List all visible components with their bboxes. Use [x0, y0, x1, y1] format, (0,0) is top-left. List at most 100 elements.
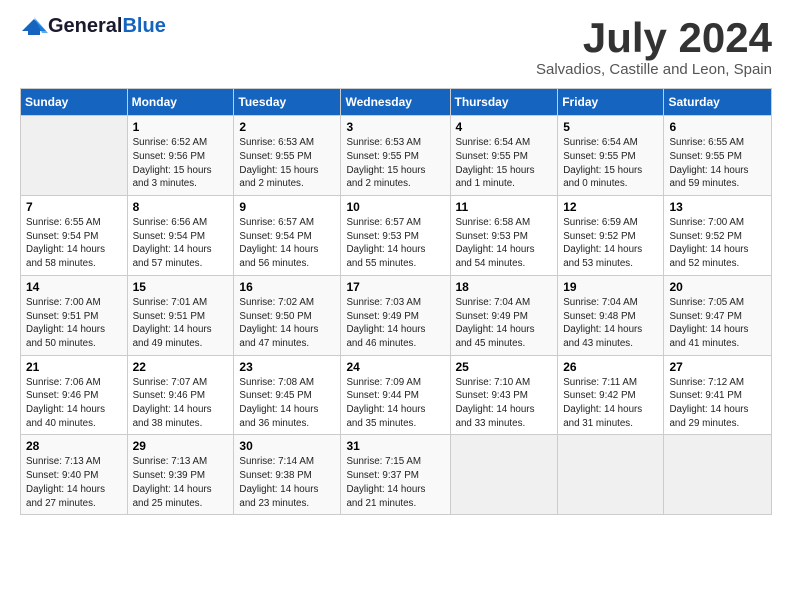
date-number: 30 [239, 439, 335, 453]
cell-info: Sunrise: 7:03 AM Sunset: 9:49 PM Dayligh… [346, 296, 444, 351]
date-number: 29 [133, 439, 229, 453]
location: Salvadios, Castille and Leon, Spain [536, 61, 772, 78]
logo-general: General [48, 15, 122, 38]
calendar-cell: 13Sunrise: 7:00 AM Sunset: 9:52 PM Dayli… [664, 196, 772, 276]
date-number: 19 [563, 280, 658, 294]
cell-info: Sunrise: 6:53 AM Sunset: 9:55 PM Dayligh… [239, 136, 335, 191]
date-number: 17 [346, 280, 444, 294]
page: General Blue July 2024 Salvadios, Castil… [0, 0, 792, 530]
day-header: Wednesday [341, 89, 450, 116]
cell-info: Sunrise: 7:12 AM Sunset: 9:41 PM Dayligh… [669, 376, 766, 431]
cell-info: Sunrise: 6:55 AM Sunset: 9:55 PM Dayligh… [669, 136, 766, 191]
date-number: 10 [346, 200, 444, 214]
cell-info: Sunrise: 7:04 AM Sunset: 9:49 PM Dayligh… [456, 296, 553, 351]
calendar-cell: 21Sunrise: 7:06 AM Sunset: 9:46 PM Dayli… [21, 355, 128, 435]
logo: General Blue [20, 15, 166, 38]
date-number: 25 [456, 360, 553, 374]
week-row: 28Sunrise: 7:13 AM Sunset: 9:40 PM Dayli… [21, 435, 772, 515]
date-number: 20 [669, 280, 766, 294]
week-row: 7Sunrise: 6:55 AM Sunset: 9:54 PM Daylig… [21, 196, 772, 276]
calendar-table: SundayMondayTuesdayWednesdayThursdayFrid… [20, 88, 772, 515]
calendar-cell: 16 Sunrise: 7:02 AM Sunset: 9:50 PM Dayli… [234, 275, 341, 355]
date-number: 9 [239, 200, 335, 214]
calendar-cell: 2 Sunrise: 6:53 AM Sunset: 9:55 PM Daylig… [234, 116, 341, 196]
date-number: 15 [133, 280, 229, 294]
cell-info: Sunrise: 6:57 AM Sunset: 9:54 PM Dayligh… [239, 216, 335, 271]
date-number: 14 [26, 280, 122, 294]
calendar-cell: 28Sunrise: 7:13 AM Sunset: 9:40 PM Dayli… [21, 435, 128, 515]
calendar-cell: 19Sunrise: 7:04 AM Sunset: 9:48 PM Dayli… [558, 275, 664, 355]
calendar-cell: 1 Sunrise: 6:52 AM Sunset: 9:56 PM Daylig… [127, 116, 234, 196]
calendar-cell: 9 Sunrise: 6:57 AM Sunset: 9:54 PM Daylig… [234, 196, 341, 276]
calendar-cell [21, 116, 128, 196]
date-number: 26 [563, 360, 658, 374]
day-header: Monday [127, 89, 234, 116]
calendar-cell: 7Sunrise: 6:55 AM Sunset: 9:54 PM Daylig… [21, 196, 128, 276]
day-header: Sunday [21, 89, 128, 116]
calendar-cell: 4Sunrise: 6:54 AM Sunset: 9:55 PM Daylig… [450, 116, 558, 196]
day-header: Thursday [450, 89, 558, 116]
calendar-cell: 15 Sunrise: 7:01 AM Sunset: 9:51 PM Dayli… [127, 275, 234, 355]
date-number: 31 [346, 439, 444, 453]
date-number: 11 [456, 200, 553, 214]
logo-icon [20, 17, 48, 37]
date-number: 23 [239, 360, 335, 374]
cell-info: Sunrise: 7:09 AM Sunset: 9:44 PM Dayligh… [346, 376, 444, 431]
cell-info: Sunrise: 6:54 AM Sunset: 9:55 PM Dayligh… [456, 136, 553, 191]
calendar-cell: 23Sunrise: 7:08 AM Sunset: 9:45 PM Dayli… [234, 355, 341, 435]
date-number: 3 [346, 120, 444, 134]
calendar-cell: 3Sunrise: 6:53 AM Sunset: 9:55 PM Daylig… [341, 116, 450, 196]
cell-info: Sunrise: 7:05 AM Sunset: 9:47 PM Dayligh… [669, 296, 766, 351]
calendar-cell: 25 Sunrise: 7:10 AM Sunset: 9:43 PM Dayli… [450, 355, 558, 435]
calendar-cell: 11Sunrise: 6:58 AM Sunset: 9:53 PM Dayli… [450, 196, 558, 276]
cell-info: Sunrise: 6:57 AM Sunset: 9:53 PM Dayligh… [346, 216, 444, 271]
week-row: 14 Sunrise: 7:00 AM Sunset: 9:51 PM Dayli… [21, 275, 772, 355]
calendar-cell [558, 435, 664, 515]
date-number: 1 [133, 120, 229, 134]
cell-info: Sunrise: 7:00 AM Sunset: 9:51 PM Dayligh… [26, 296, 122, 351]
date-number: 6 [669, 120, 766, 134]
cell-info: Sunrise: 6:54 AM Sunset: 9:55 PM Dayligh… [563, 136, 658, 191]
header-row: SundayMondayTuesdayWednesdayThursdayFrid… [21, 89, 772, 116]
calendar-cell: 22 Sunrise: 7:07 AM Sunset: 9:46 PM Dayli… [127, 355, 234, 435]
calendar-cell: 24Sunrise: 7:09 AM Sunset: 9:44 PM Dayli… [341, 355, 450, 435]
title-block: July 2024 Salvadios, Castille and Leon, … [536, 15, 772, 78]
date-number: 12 [563, 200, 658, 214]
cell-info: Sunrise: 7:14 AM Sunset: 9:38 PM Dayligh… [239, 455, 335, 510]
date-number: 22 [133, 360, 229, 374]
calendar-cell [664, 435, 772, 515]
cell-info: Sunrise: 7:07 AM Sunset: 9:46 PM Dayligh… [133, 376, 229, 431]
date-number: 8 [133, 200, 229, 214]
cell-info: Sunrise: 7:10 AM Sunset: 9:43 PM Dayligh… [456, 376, 553, 431]
day-header: Tuesday [234, 89, 341, 116]
date-number: 2 [239, 120, 335, 134]
date-number: 27 [669, 360, 766, 374]
calendar-cell: 8 Sunrise: 6:56 AM Sunset: 9:54 PM Daylig… [127, 196, 234, 276]
logo-blue: Blue [122, 15, 165, 38]
date-number: 28 [26, 439, 122, 453]
day-header: Saturday [664, 89, 772, 116]
calendar-cell: 29 Sunrise: 7:13 AM Sunset: 9:39 PM Dayli… [127, 435, 234, 515]
cell-info: Sunrise: 7:02 AM Sunset: 9:50 PM Dayligh… [239, 296, 335, 351]
calendar-cell: 5Sunrise: 6:54 AM Sunset: 9:55 PM Daylig… [558, 116, 664, 196]
cell-info: Sunrise: 7:00 AM Sunset: 9:52 PM Dayligh… [669, 216, 766, 271]
cell-info: Sunrise: 6:52 AM Sunset: 9:56 PM Dayligh… [133, 136, 229, 191]
cell-info: Sunrise: 7:13 AM Sunset: 9:39 PM Dayligh… [133, 455, 229, 510]
week-row: 1 Sunrise: 6:52 AM Sunset: 9:56 PM Daylig… [21, 116, 772, 196]
cell-info: Sunrise: 7:06 AM Sunset: 9:46 PM Dayligh… [26, 376, 122, 431]
calendar-cell: 30 Sunrise: 7:14 AM Sunset: 9:38 PM Dayli… [234, 435, 341, 515]
calendar-cell: 17 Sunrise: 7:03 AM Sunset: 9:49 PM Dayli… [341, 275, 450, 355]
date-number: 16 [239, 280, 335, 294]
calendar-cell: 26Sunrise: 7:11 AM Sunset: 9:42 PM Dayli… [558, 355, 664, 435]
cell-info: Sunrise: 6:59 AM Sunset: 9:52 PM Dayligh… [563, 216, 658, 271]
calendar-cell: 14 Sunrise: 7:00 AM Sunset: 9:51 PM Dayli… [21, 275, 128, 355]
day-header: Friday [558, 89, 664, 116]
calendar-cell: 10 Sunrise: 6:57 AM Sunset: 9:53 PM Dayli… [341, 196, 450, 276]
cell-info: Sunrise: 7:15 AM Sunset: 9:37 PM Dayligh… [346, 455, 444, 510]
date-number: 7 [26, 200, 122, 214]
cell-info: Sunrise: 7:01 AM Sunset: 9:51 PM Dayligh… [133, 296, 229, 351]
calendar-cell: 6 Sunrise: 6:55 AM Sunset: 9:55 PM Daylig… [664, 116, 772, 196]
calendar-cell: 20 Sunrise: 7:05 AM Sunset: 9:47 PM Dayli… [664, 275, 772, 355]
cell-info: Sunrise: 6:56 AM Sunset: 9:54 PM Dayligh… [133, 216, 229, 271]
calendar-cell: 18Sunrise: 7:04 AM Sunset: 9:49 PM Dayli… [450, 275, 558, 355]
